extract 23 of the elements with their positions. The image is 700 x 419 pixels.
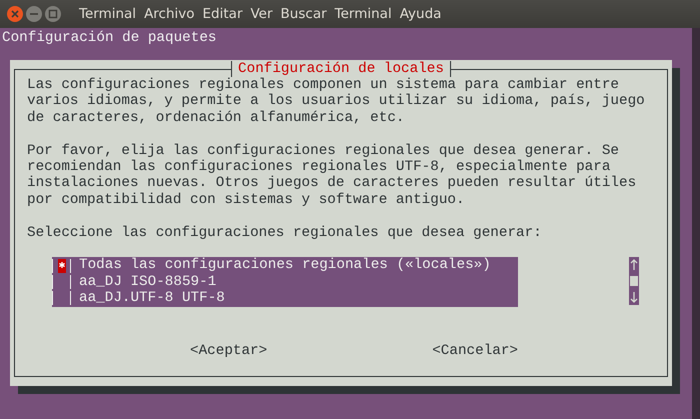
scrollbar[interactable] [629,257,639,306]
menu-item[interactable]: Ver [250,6,273,22]
menu-item[interactable]: Terminal [79,6,136,22]
checkbox[interactable] [52,291,71,306]
dialog-paragraph: Seleccione las configuraciones regionales que desea generar: [27,224,543,242]
locale-item[interactable]: Todas las configuraciones regionales («locales») [79,257,491,274]
window-controls-icon[interactable] [6,5,62,23]
dialog-button[interactable]: <Aceptar> [190,342,268,359]
menu-item[interactable]: Buscar [280,6,327,22]
dialog-title: Configuración de locales [231,61,451,77]
dialog-paragraph: Por favor, elija las configuraciones regionales que desea generar. Se recomiendan las configuraciones regionales UTF-8, especialmente para instalaciones nuevas. Otros juegos de caracteres pueden resultar útiles por compatibilidad con sistemas y software antiguo. [27,142,638,208]
menu-item[interactable]: Ayuda [400,6,442,22]
menu-item[interactable]: Terminal [334,6,392,22]
checkbox[interactable] [52,258,71,273]
dialog-paragraph: Las configuraciones regionales componen un sistema para cambiar entre varios idiomas, y permite a los usuarios utilizar su idioma, país, juego de caracteres, ordenación alfanumérica, etc. [27,77,646,126]
locale-item[interactable]: aa_DJ ISO-8859-1 [79,274,216,290]
menu-item[interactable]: Editar [202,6,242,22]
checkbox[interactable] [52,275,71,289]
terminal-header: Configuración de paquetes [1,29,218,46]
dialog-button[interactable]: <Cancelar> [432,342,518,359]
locale-item[interactable]: aa_DJ.UTF-8 UTF-8 [79,290,225,307]
asterisk-icon [58,258,66,273]
menu-item[interactable]: Archivo [144,6,195,22]
